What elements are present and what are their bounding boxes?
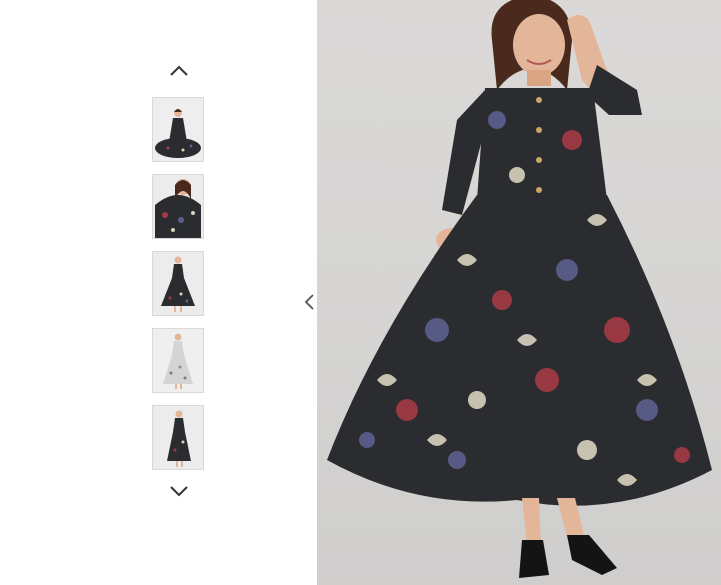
main-product-image[interactable]: [317, 0, 721, 585]
thumbnail-seated[interactable]: [152, 97, 204, 162]
chevron-left-icon: [304, 294, 314, 310]
thumbnail-scroll-up-button[interactable]: [164, 60, 194, 82]
thumbnail-scroll-down-button[interactable]: [164, 480, 194, 502]
thumbnail-list: [152, 97, 204, 482]
product-photo: [327, 0, 712, 578]
thumbnail-gallery: [0, 0, 318, 585]
thumbnail-side[interactable]: [152, 405, 204, 470]
thumbnail-white-variant[interactable]: [152, 328, 204, 393]
thumbnail-front[interactable]: [152, 251, 204, 316]
chevron-up-icon: [170, 65, 188, 76]
thumbnail-close-up[interactable]: [152, 174, 204, 239]
chevron-down-icon: [170, 486, 188, 497]
